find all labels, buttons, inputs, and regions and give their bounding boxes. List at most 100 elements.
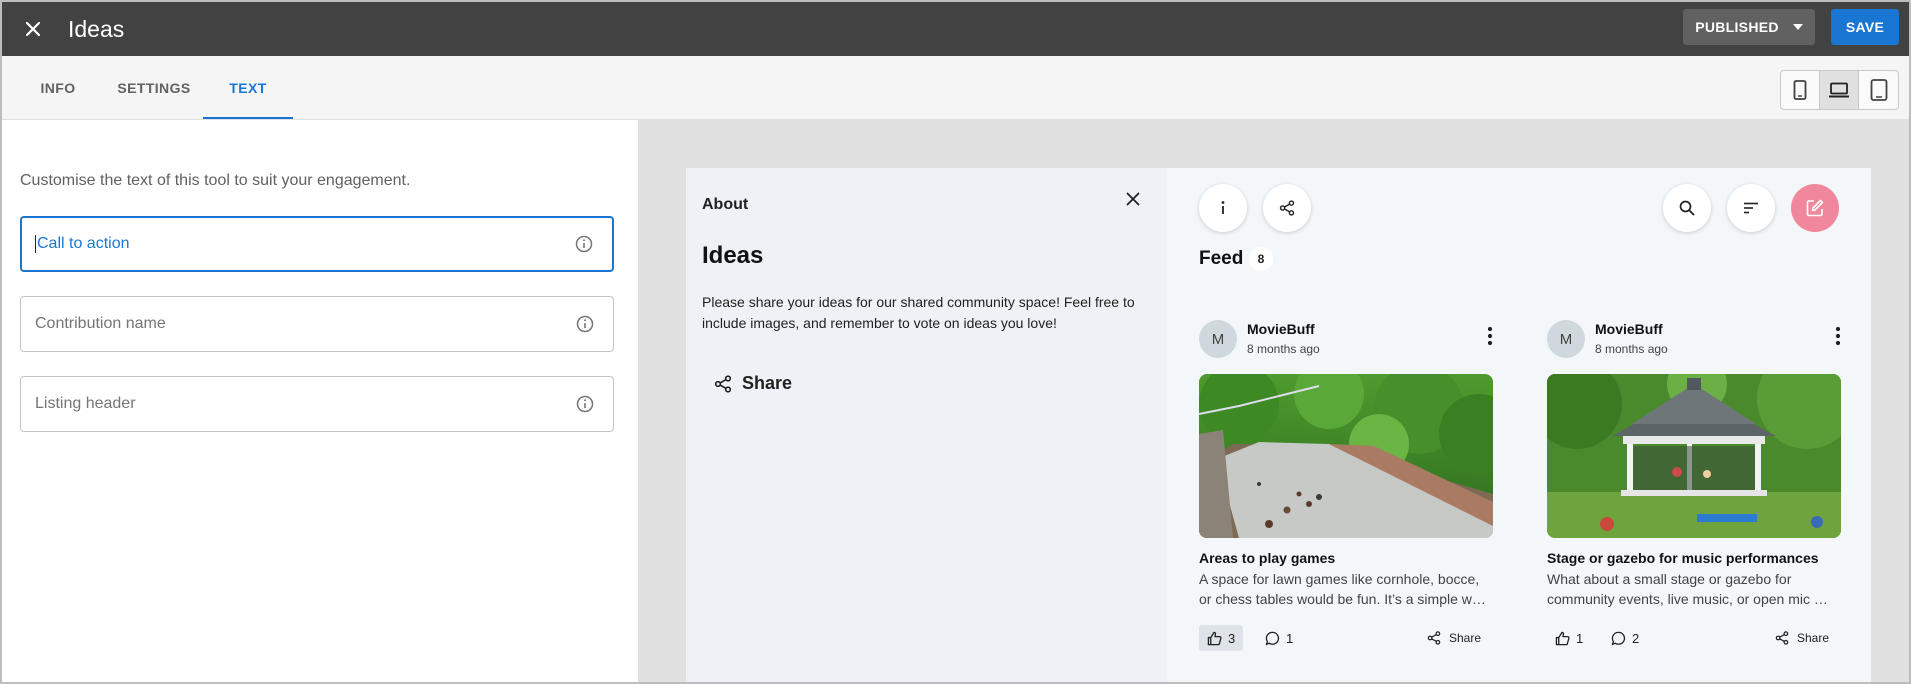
tablet-icon — [1870, 79, 1887, 101]
tab-text[interactable]: TEXT — [203, 56, 293, 120]
tab-settings[interactable]: SETTINGS — [110, 56, 198, 120]
info-button[interactable] — [1199, 184, 1247, 232]
caret-down-icon — [1792, 24, 1803, 30]
idea-description-line: What about a small stage or gazebo for — [1547, 571, 1792, 587]
idea-description-line: or chess tables would be fun. It’s a sim… — [1199, 591, 1493, 607]
about-close-button[interactable] — [1126, 192, 1140, 211]
text-cursor — [35, 234, 36, 253]
sort-icon — [1744, 202, 1758, 214]
publish-status-dropdown[interactable]: PUBLISHED — [1683, 9, 1815, 45]
call-to-action-placeholder: Call to action — [37, 235, 130, 253]
app-title: Ideas — [68, 15, 125, 42]
active-tab-indicator — [203, 117, 293, 119]
idea-description-line: A space for lawn games like cornhole, bo… — [1199, 571, 1480, 587]
more-vertical-icon — [1835, 326, 1841, 346]
avatar: M — [1199, 320, 1237, 358]
post-time: 8 months ago — [1247, 342, 1320, 356]
listing-header-info-button[interactable] — [557, 377, 613, 431]
contribution-name-placeholder: Contribution name — [35, 315, 166, 332]
card-share-button[interactable]: Share — [1415, 625, 1493, 651]
search-icon — [1679, 200, 1695, 216]
listing-header-field[interactable]: Listing header — [20, 376, 614, 432]
close-button[interactable] — [2, 2, 64, 56]
idea-card[interactable]: M MovieBuff 8 months ago — [1199, 318, 1493, 678]
device-preview-toggle — [1780, 70, 1899, 110]
comment-count: 1 — [1286, 630, 1294, 646]
idea-title: Stage or gazebo for music performances — [1547, 550, 1819, 566]
comment-button[interactable]: 2 — [1603, 625, 1647, 651]
author-name: MovieBuff — [1595, 321, 1663, 337]
listing-header-placeholder: Listing header — [35, 395, 136, 412]
share-icon — [714, 374, 732, 393]
laptop-preview-button[interactable] — [1820, 71, 1859, 109]
mobile-preview-button[interactable] — [1781, 71, 1820, 109]
card-header: M MovieBuff 8 months ago — [1547, 318, 1841, 360]
feed-panel: Feed 8 M MovieBuff 8 months ago Areas to… — [1167, 168, 1871, 682]
like-button[interactable]: 3 — [1199, 625, 1244, 651]
info-icon — [576, 395, 594, 413]
tab-info[interactable]: INFO — [26, 56, 90, 120]
create-idea-button[interactable] — [1791, 184, 1839, 232]
about-share-label: Share — [742, 373, 793, 393]
laptop-icon — [1829, 82, 1849, 98]
info-icon — [1221, 201, 1225, 214]
panel-intro-text: Customise the text of this tool to suit … — [20, 172, 411, 189]
like-count: 3 — [1228, 630, 1236, 646]
close-icon — [25, 21, 41, 37]
card-share-button[interactable]: Share — [1763, 625, 1841, 651]
like-count: 1 — [1576, 630, 1584, 646]
preview-area: About Ideas Please share your ideas for … — [638, 120, 1909, 682]
about-label: About — [702, 196, 749, 213]
info-icon — [576, 315, 594, 333]
card-actions: 1 2 Share — [1547, 625, 1841, 651]
close-icon — [1126, 192, 1140, 206]
card-header: M MovieBuff 8 months ago — [1199, 318, 1493, 360]
idea-card[interactable]: M MovieBuff 8 months ago — [1547, 318, 1841, 678]
like-button[interactable]: 1 — [1547, 625, 1591, 651]
idea-description: What about a small stage or gazebo for c… — [1547, 569, 1841, 609]
idea-title: Areas to play games — [1199, 550, 1336, 566]
card-share-label: Share — [1448, 631, 1481, 645]
sort-button[interactable] — [1727, 184, 1775, 232]
avatar: M — [1547, 320, 1585, 358]
card-menu-button[interactable] — [1487, 326, 1493, 351]
comment-icon — [1611, 631, 1626, 645]
call-to-action-info-button[interactable] — [556, 217, 612, 271]
publish-status-label: PUBLISHED — [1695, 19, 1779, 35]
edit-icon — [1806, 199, 1824, 217]
author-name: MovieBuff — [1247, 321, 1315, 337]
share-icon — [1775, 631, 1789, 645]
thumbs-up-icon — [1555, 631, 1570, 645]
about-title: Ideas — [702, 242, 764, 269]
app-window: Ideas PUBLISHED SAVE INFO SETTINGS TEXT — [0, 0, 1911, 684]
thumbs-up-icon — [1207, 631, 1222, 645]
tab-bar: INFO SETTINGS TEXT — [2, 56, 1909, 120]
save-button[interactable]: SAVE — [1831, 9, 1899, 45]
about-description: Please share your ideas for our shared c… — [702, 294, 1135, 331]
info-icon — [575, 235, 593, 253]
comment-icon — [1265, 631, 1280, 645]
bocce-court-image — [1199, 374, 1493, 538]
contribution-name-field[interactable]: Contribution name — [20, 296, 614, 352]
share-icon — [1279, 200, 1295, 216]
about-share-button[interactable]: Share — [714, 373, 792, 394]
tablet-preview-button[interactable] — [1859, 71, 1898, 109]
contribution-name-info-button[interactable] — [557, 297, 613, 351]
about-panel: About Ideas Please share your ideas for … — [686, 168, 1167, 682]
share-icon — [1427, 631, 1441, 645]
mobile-icon — [1793, 80, 1807, 100]
search-button[interactable] — [1663, 184, 1711, 232]
call-to-action-field[interactable]: Call to action — [20, 216, 614, 272]
comment-button[interactable]: 1 — [1257, 625, 1301, 651]
post-time: 8 months ago — [1595, 342, 1668, 356]
card-actions: 3 1 Share — [1199, 625, 1493, 651]
card-menu-button[interactable] — [1835, 326, 1841, 351]
feed-title: Feed — [1199, 248, 1244, 269]
share-button[interactable] — [1263, 184, 1311, 232]
text-settings-panel: Customise the text of this tool to suit … — [2, 120, 638, 682]
more-vertical-icon — [1487, 326, 1493, 346]
gazebo-image — [1547, 374, 1841, 538]
card-share-label: Share — [1796, 631, 1829, 645]
feed-count-badge: 8 — [1249, 247, 1273, 271]
idea-description: A space for lawn games like cornhole, bo… — [1199, 569, 1493, 609]
